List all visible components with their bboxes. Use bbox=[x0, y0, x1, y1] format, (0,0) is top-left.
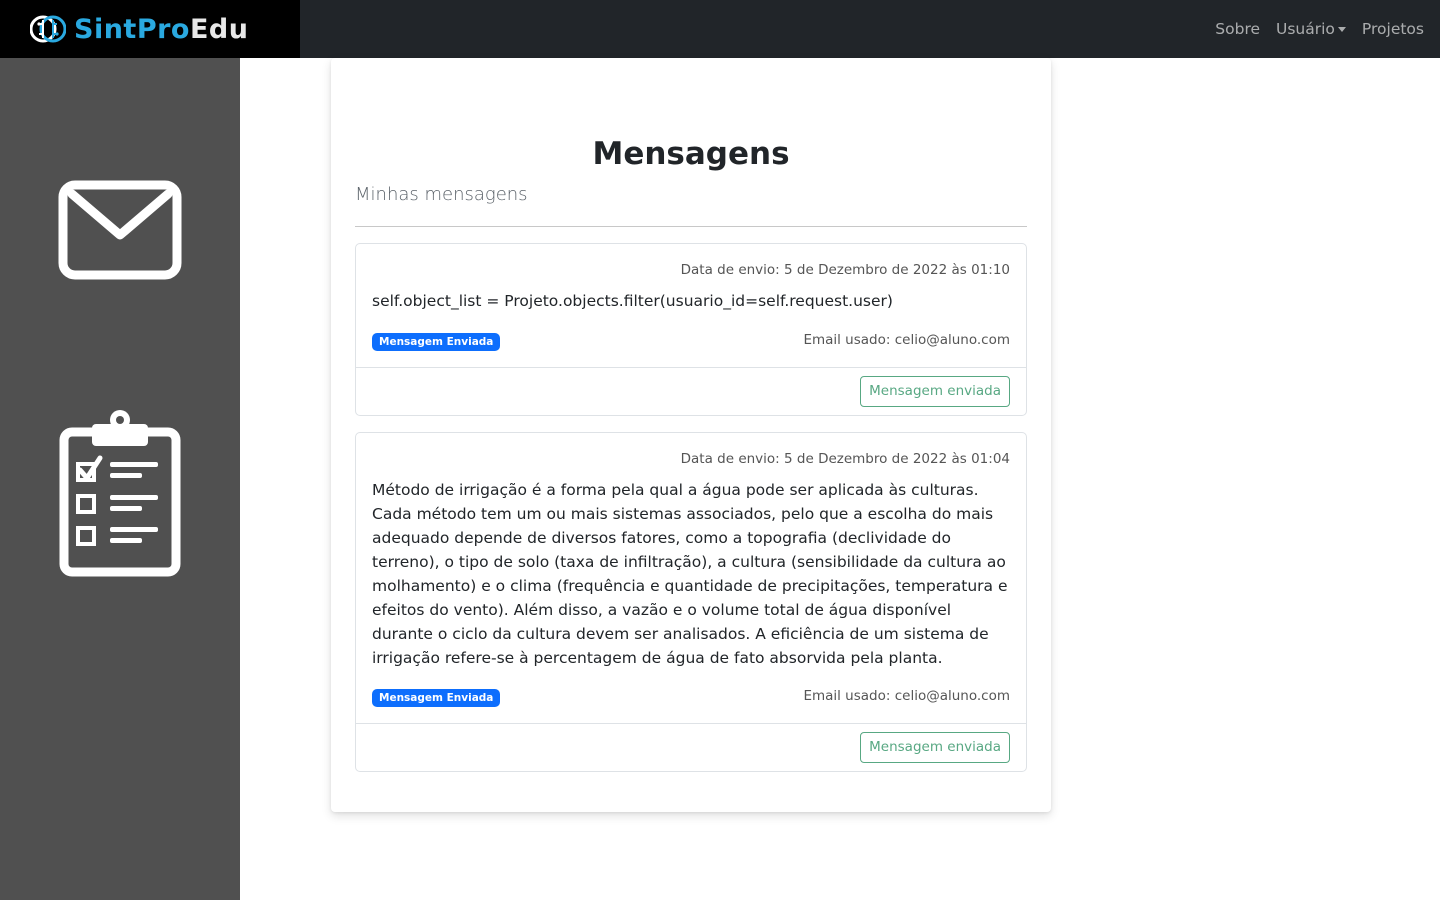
message-email: Email usado: celio@aluno.com bbox=[803, 688, 1010, 704]
divider bbox=[355, 226, 1027, 227]
status-badge: Mensagem Enviada bbox=[372, 333, 501, 351]
page-title: Mensagens bbox=[592, 136, 790, 172]
messages-panel: Mensagens Minhas mensagens Data de envio… bbox=[331, 58, 1051, 812]
nav-link-sobre[interactable]: Sobre bbox=[1207, 20, 1268, 38]
sidebar bbox=[0, 58, 240, 900]
caret-down-icon bbox=[1337, 27, 1346, 32]
nav-link-usuario[interactable]: Usuário bbox=[1268, 20, 1354, 38]
clipboard-checklist-icon[interactable] bbox=[58, 408, 182, 578]
card-footer: Mensagem enviada bbox=[356, 723, 1026, 771]
nav-link-usuario-label: Usuário bbox=[1276, 20, 1335, 38]
message-sent-button[interactable]: Mensagem enviada bbox=[860, 732, 1010, 763]
top-navbar: SintProEdu Sobre Usuário Projetos bbox=[0, 0, 1440, 58]
brand-name: SintProEdu bbox=[74, 14, 248, 45]
page-subtitle: Minhas mensagens bbox=[355, 184, 528, 205]
brand-name-part2: Edu bbox=[189, 13, 249, 45]
message-sent-button[interactable]: Mensagem enviada bbox=[860, 376, 1010, 407]
nav-link-projetos[interactable]: Projetos bbox=[1354, 20, 1432, 38]
message-text: self.object_list = Projeto.objects.filte… bbox=[372, 292, 893, 310]
message-card: Data de envio: 5 de Dezembro de 2022 às … bbox=[355, 243, 1027, 416]
message-card: Data de envio: 5 de Dezembro de 2022 às … bbox=[355, 432, 1027, 772]
brain-circuit-icon bbox=[30, 15, 66, 43]
message-email: Email usado: celio@aluno.com bbox=[803, 332, 1010, 348]
message-date: Data de envio: 5 de Dezembro de 2022 às … bbox=[680, 451, 1010, 467]
brand-name-part1: SintPro bbox=[74, 13, 190, 45]
envelope-icon[interactable] bbox=[58, 180, 182, 280]
brand[interactable]: SintProEdu bbox=[0, 0, 300, 58]
message-text: Método de irrigação é a forma pela qual … bbox=[372, 481, 1008, 667]
status-badge: Mensagem Enviada bbox=[372, 689, 501, 707]
message-date: Data de envio: 5 de Dezembro de 2022 às … bbox=[680, 262, 1010, 278]
nav-links: Sobre Usuário Projetos bbox=[1207, 0, 1432, 58]
card-footer: Mensagem enviada bbox=[356, 367, 1026, 415]
